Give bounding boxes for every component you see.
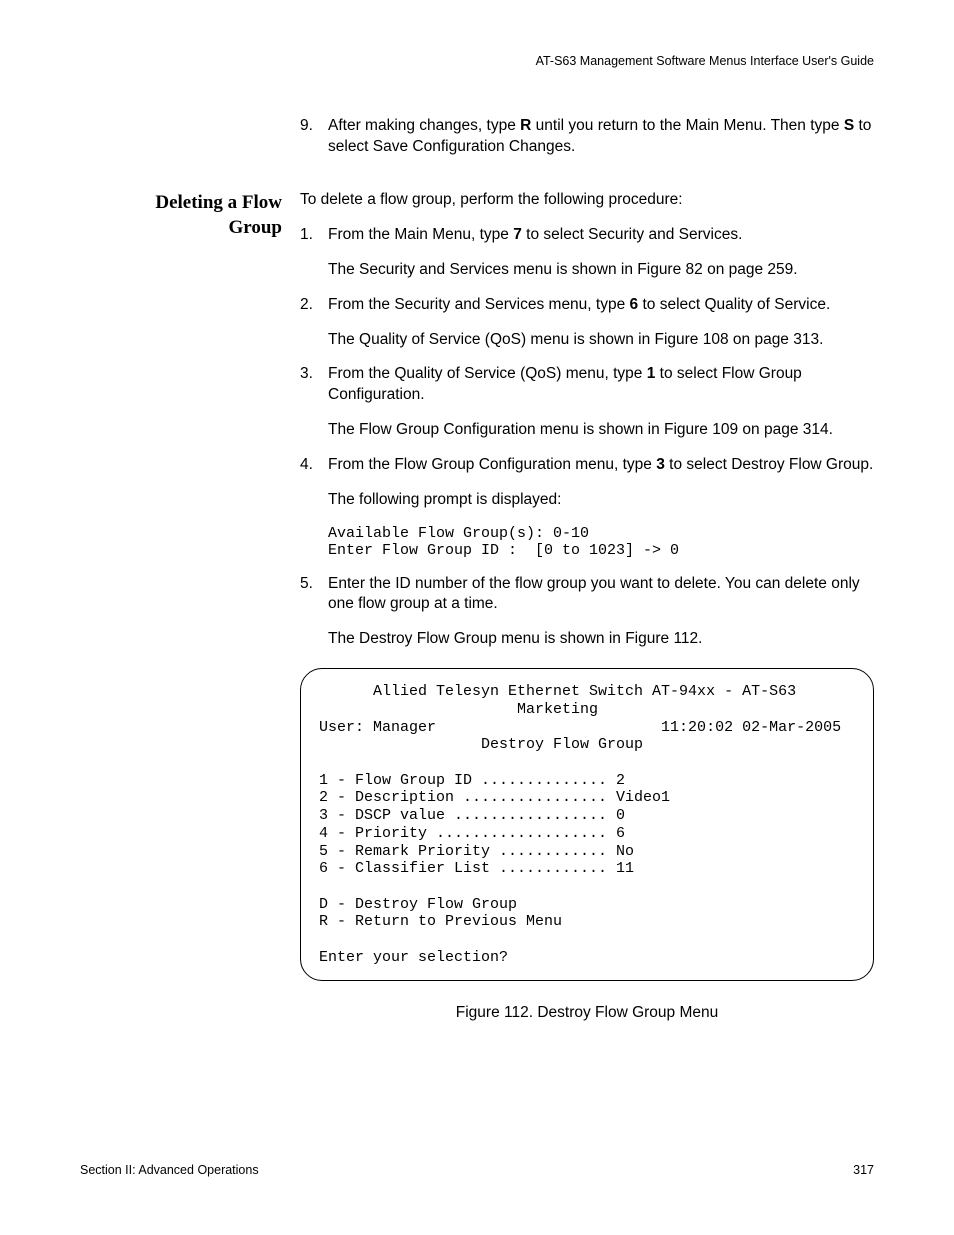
terminal-menu-box: Allied Telesyn Ethernet Switch AT-94xx -… (300, 668, 874, 981)
step-number: 1. (300, 225, 328, 281)
section-row: Deleting a Flow Group To delete a flow g… (80, 190, 874, 1024)
prior-step-col: 9. After making changes, type R until yo… (300, 116, 874, 172)
step-3: 3. From the Quality of Service (QoS) men… (300, 364, 874, 441)
footer-section: Section II: Advanced Operations (80, 1163, 259, 1177)
text: From the Flow Group Configuration menu, … (328, 456, 656, 473)
step-body: From the Flow Group Configuration menu, … (328, 455, 874, 559)
text: to select Quality of Service. (638, 296, 830, 313)
step-number: 9. (300, 116, 328, 158)
intro-text: To delete a flow group, perform the foll… (300, 190, 874, 211)
sub-paragraph: The Quality of Service (QoS) menu is sho… (328, 330, 874, 351)
step-number: 3. (300, 364, 328, 441)
step-body: Enter the ID number of the flow group yo… (328, 574, 874, 651)
sub-paragraph: The following prompt is displayed: (328, 490, 874, 511)
prompt-output: Available Flow Group(s): 0-10 Enter Flow… (328, 525, 874, 560)
step-body: From the Security and Services menu, typ… (328, 295, 874, 351)
figure-caption: Figure 112. Destroy Flow Group Menu (300, 1003, 874, 1024)
step-4: 4. From the Flow Group Configuration men… (300, 455, 874, 559)
key-r: R (520, 117, 531, 134)
sub-paragraph: The Flow Group Configuration menu is sho… (328, 420, 874, 441)
text: to select Security and Services. (522, 226, 743, 243)
key-6: 6 (630, 296, 639, 313)
sub-paragraph: The Destroy Flow Group menu is shown in … (328, 629, 874, 650)
step-5: 5. Enter the ID number of the flow group… (300, 574, 874, 651)
prior-step-row: 9. After making changes, type R until yo… (80, 116, 874, 172)
key-3: 3 (656, 456, 665, 473)
section-body: To delete a flow group, perform the foll… (300, 190, 874, 1024)
key-s: S (844, 117, 854, 134)
text: until you return to the Main Menu. Then … (531, 117, 843, 134)
step-9: 9. After making changes, type R until yo… (300, 116, 874, 158)
step-2: 2. From the Security and Services menu, … (300, 295, 874, 351)
heading-line1: Deleting a Flow (155, 192, 282, 213)
step-number: 5. (300, 574, 328, 651)
spacer (80, 172, 874, 190)
step-body: From the Main Menu, type 7 to select Sec… (328, 225, 874, 281)
page-footer: Section II: Advanced Operations 317 (80, 1163, 874, 1177)
text: Enter the ID number of the flow group yo… (328, 575, 860, 613)
step-number: 2. (300, 295, 328, 351)
section-heading: Deleting a Flow Group (80, 190, 300, 241)
document-page: AT-S63 Management Software Menus Interfa… (0, 0, 954, 1235)
text: From the Quality of Service (QoS) menu, … (328, 365, 647, 382)
sub-paragraph: The Security and Services menu is shown … (328, 260, 874, 281)
step-number: 4. (300, 455, 328, 559)
key-7: 7 (513, 226, 522, 243)
page-header: AT-S63 Management Software Menus Interfa… (80, 54, 874, 68)
step-body: After making changes, type R until you r… (328, 116, 874, 158)
text: From the Main Menu, type (328, 226, 513, 243)
text: to select Destroy Flow Group. (665, 456, 873, 473)
heading-line2: Group (228, 217, 282, 238)
footer-page-number: 317 (853, 1163, 874, 1177)
step-1: 1. From the Main Menu, type 7 to select … (300, 225, 874, 281)
text: After making changes, type (328, 117, 520, 134)
step-body: From the Quality of Service (QoS) menu, … (328, 364, 874, 441)
text: From the Security and Services menu, typ… (328, 296, 630, 313)
